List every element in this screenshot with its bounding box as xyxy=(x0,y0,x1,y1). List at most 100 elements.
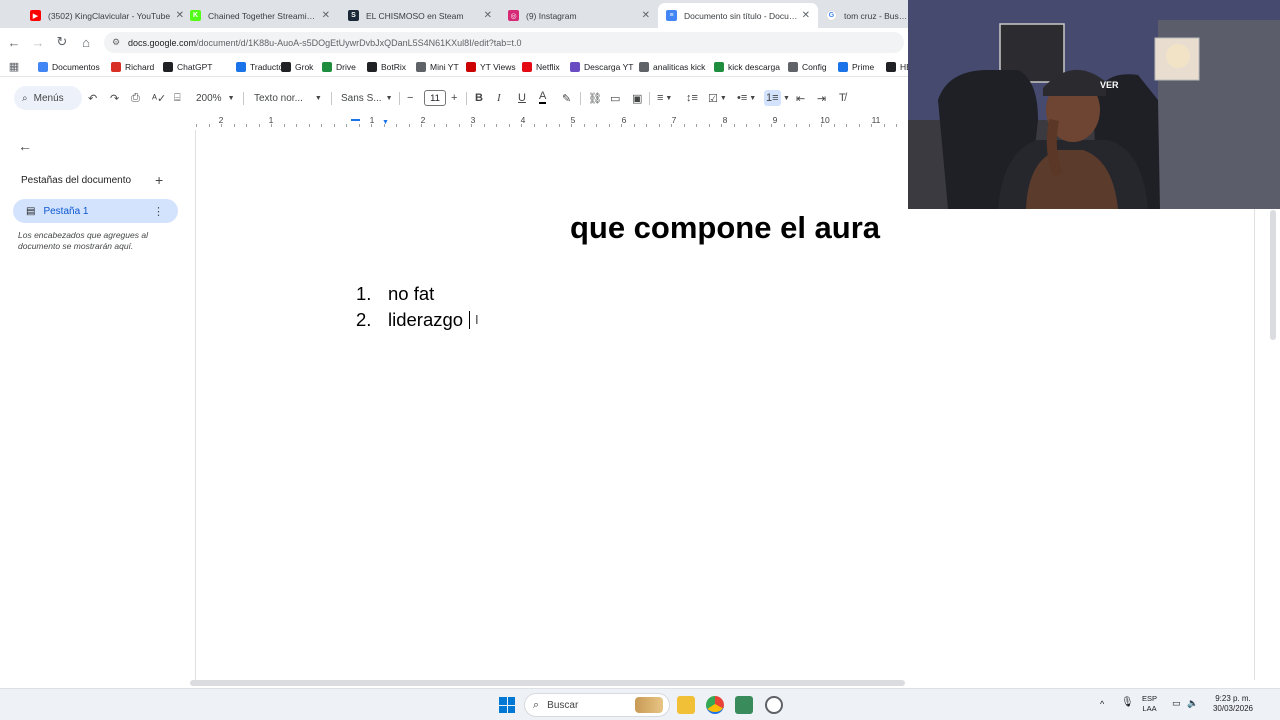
address-bar[interactable]: ⚙ docs.google.com/document/d/1K88u-AuoA-… xyxy=(104,32,904,53)
bookmark-item[interactable]: Prime xyxy=(838,59,874,74)
more-options-icon[interactable]: ⋮ xyxy=(153,205,164,218)
grok-icon xyxy=(281,61,291,72)
chrome-icon[interactable] xyxy=(706,696,724,714)
app-icon-2[interactable] xyxy=(765,696,783,714)
ruler-tick xyxy=(483,124,485,127)
menus-search[interactable]: ⌕ Menús xyxy=(14,86,82,110)
site-info-icon[interactable]: ⚙ xyxy=(112,37,120,48)
browser-tab[interactable]: K Chained Together Streaming - ✕ xyxy=(182,3,338,28)
forward-icon[interactable]: → xyxy=(30,34,46,50)
ruler-label: 11 xyxy=(871,115,881,125)
ruler-tick xyxy=(333,124,335,127)
zoom-select[interactable]: 200% ▼ xyxy=(196,90,235,106)
increase-indent-icon[interactable]: ⇥ xyxy=(817,90,826,106)
chevron-down-icon[interactable]: ▼ xyxy=(783,90,790,106)
line-spacing-icon[interactable]: ↕≡ xyxy=(686,90,698,106)
back-icon[interactable]: ← xyxy=(6,34,22,50)
ruler-tick xyxy=(846,124,847,127)
page-right-edge xyxy=(1254,130,1255,680)
sidebar-tab-item[interactable]: ▤ Pestaña 1 ⋮ xyxy=(13,199,178,223)
document-heading[interactable]: que compone el aura xyxy=(470,210,980,246)
highlight-icon[interactable]: ✎ xyxy=(562,90,571,106)
paint-format-icon[interactable]: ⌸ xyxy=(174,90,181,106)
bookmark-item[interactable]: Traductor xyxy=(236,59,286,74)
horizontal-scrollbar[interactable] xyxy=(190,680,905,686)
language-indicator[interactable]: ESP LAA xyxy=(1142,694,1157,714)
italic-icon[interactable]: I xyxy=(497,90,501,106)
add-tab-icon[interactable]: + xyxy=(155,172,163,188)
checklist-icon[interactable]: ☑ ▼ xyxy=(708,90,727,106)
show-hidden-icons[interactable]: ^ xyxy=(1100,699,1104,709)
browser-tab[interactable]: ≡ Documento sin título - Docume ✕ xyxy=(658,3,818,28)
paragraph-style-select[interactable]: Texto nor... ▼ xyxy=(254,90,322,106)
browser-tab[interactable]: ◎ (9) Instagram ✕ xyxy=(500,3,658,28)
bookmark-item[interactable]: Descarga YT xyxy=(570,59,633,74)
font-size-input[interactable]: 11 xyxy=(424,90,446,106)
tab-title: Documento sin título - Docume xyxy=(684,10,798,21)
bold-icon[interactable]: B xyxy=(475,90,483,106)
file-explorer-icon[interactable] xyxy=(677,696,695,714)
vertical-scrollbar[interactable] xyxy=(1270,210,1276,340)
ruler-tick xyxy=(733,124,735,127)
start-menu-icon[interactable] xyxy=(499,697,515,713)
bookmark-item[interactable]: Richard xyxy=(111,59,154,74)
decrease-font-size-icon[interactable]: − xyxy=(407,90,413,106)
close-tab-icon[interactable]: ✕ xyxy=(322,10,330,21)
increase-font-size-icon[interactable]: + xyxy=(451,90,457,106)
bookmark-item[interactable]: YT Views xyxy=(466,59,516,74)
kick-download-icon xyxy=(714,61,724,72)
clear-formatting-icon[interactable]: T̸ xyxy=(839,90,846,106)
browser-tab[interactable]: Gtom cruz - Buscar c xyxy=(818,3,918,28)
image-icon[interactable]: ▣ xyxy=(632,90,642,106)
microphone-icon[interactable]: 🎙 xyxy=(1121,697,1134,708)
browser-tab[interactable]: S EL CHISMOSO en Steam ✕ xyxy=(340,3,500,28)
ruler-tick xyxy=(408,124,410,127)
list-number: 1. xyxy=(356,283,372,304)
taskbar-search[interactable]: ⌕ Buscar xyxy=(524,693,670,717)
bookmark-item[interactable]: Drive xyxy=(322,59,356,74)
bookmark-item[interactable]: Mini YT xyxy=(416,59,459,74)
align-left-icon[interactable]: ≡ ▼ xyxy=(657,90,672,106)
underline-icon[interactable]: U xyxy=(518,90,526,106)
numbered-list-icon[interactable]: 1≡ xyxy=(764,90,781,106)
ruler-tick xyxy=(371,124,372,127)
close-tab-icon[interactable]: ✕ xyxy=(642,10,650,21)
undo-icon[interactable]: ↶ xyxy=(88,90,97,106)
apps-grid-icon[interactable]: ▦ xyxy=(6,58,22,74)
ruler-tick xyxy=(721,124,722,127)
comment-icon[interactable]: ▭ xyxy=(610,90,620,106)
redo-icon[interactable]: ↷ xyxy=(110,90,119,106)
volume-icon[interactable]: 🔈 xyxy=(1187,698,1198,709)
bulleted-list-icon[interactable]: •≡ ▼ xyxy=(737,90,756,106)
bookmark-item[interactable]: Grok xyxy=(281,59,313,74)
network-icon[interactable]: ▭ xyxy=(1172,698,1181,709)
print-icon[interactable]: ⎙ xyxy=(131,90,140,106)
bookmark-item[interactable]: ChatGPT xyxy=(163,59,212,74)
app-icon[interactable] xyxy=(735,696,753,714)
bookmark-item[interactable]: Documentos xyxy=(38,59,100,74)
bookmark-item[interactable]: analiticas kick xyxy=(639,59,705,74)
bookmark-item[interactable]: kick descarga xyxy=(714,59,780,74)
close-tab-icon[interactable]: ✕ xyxy=(484,10,492,21)
ruler-tick xyxy=(596,124,597,127)
browser-tab[interactable]: ▶ (3502) KingClavicular - YouTube ✕ xyxy=(22,3,192,28)
font-family-select[interactable]: Sans S... ▼ xyxy=(341,90,393,106)
reload-icon[interactable]: ↻ xyxy=(54,34,70,50)
document-tabs-heading: Pestañas del documento xyxy=(21,175,132,186)
close-outline-icon[interactable]: ← xyxy=(18,138,32,154)
hbo-icon xyxy=(886,61,896,72)
bookmark-item[interactable]: Netflix xyxy=(522,59,560,74)
list-item[interactable]: 2. liderazgo xyxy=(356,309,471,331)
text-color-icon[interactable]: A xyxy=(539,90,547,104)
bookmark-item[interactable]: BotRix xyxy=(367,59,406,74)
search-icon: ⌕ xyxy=(533,698,540,711)
first-line-indent-marker[interactable] xyxy=(351,119,360,121)
link-icon[interactable]: ⛓ xyxy=(588,90,602,106)
bookmark-item[interactable]: Config xyxy=(788,59,827,74)
spellcheck-icon[interactable]: ᴬ✓ xyxy=(152,90,166,106)
system-clock[interactable]: 9:23 p. m. 30/03/2026 xyxy=(1204,694,1262,714)
decrease-indent-icon[interactable]: ⇤ xyxy=(796,90,805,106)
close-tab-icon[interactable]: ✕ xyxy=(802,10,810,21)
home-icon[interactable]: ⌂ xyxy=(78,34,94,50)
list-item[interactable]: 1. no fat xyxy=(356,283,434,305)
